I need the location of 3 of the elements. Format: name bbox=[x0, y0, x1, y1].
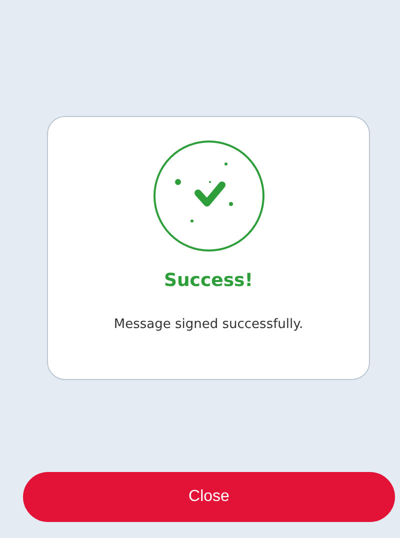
dialog-title: Success! bbox=[164, 270, 253, 291]
close-button[interactable]: Close bbox=[23, 472, 395, 522]
dialog-message: Message signed successfully. bbox=[114, 317, 304, 332]
